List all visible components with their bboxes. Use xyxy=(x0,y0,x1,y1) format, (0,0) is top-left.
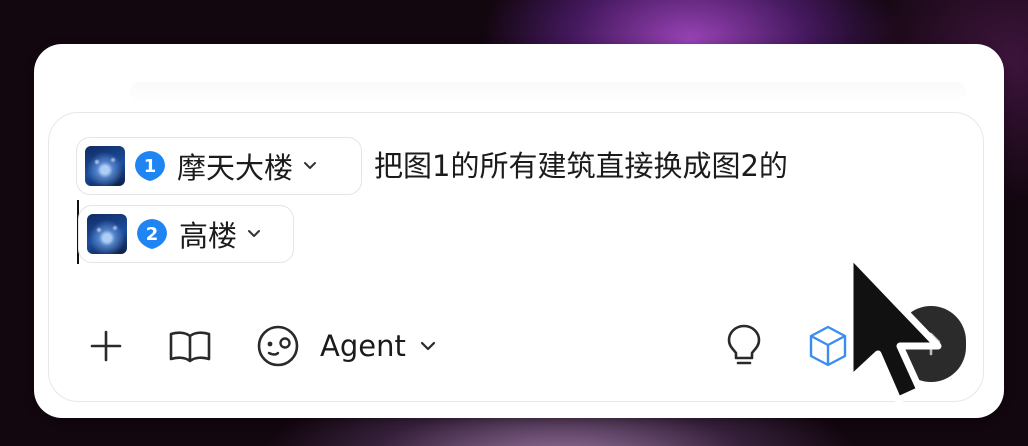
book-open-icon xyxy=(169,331,211,363)
plus-icon xyxy=(90,330,122,362)
cube-icon xyxy=(809,325,847,367)
chevron-down-icon xyxy=(420,340,436,352)
prompt-text[interactable]: 把图1的所有建筑直接换成图2的 xyxy=(374,146,788,186)
3d-model-button[interactable] xyxy=(806,322,850,370)
chevron-down-icon[interactable] xyxy=(303,159,317,173)
image-mention-chip-1[interactable]: 1 摩天大楼 xyxy=(76,137,362,195)
image-number-badge: 2 xyxy=(137,219,167,249)
panel-sheen xyxy=(130,82,966,104)
suggestions-button[interactable] xyxy=(724,322,764,370)
library-button[interactable] xyxy=(168,326,212,366)
image-mention-chip-2[interactable]: 2 高楼 xyxy=(78,205,294,263)
chevron-down-icon[interactable] xyxy=(247,227,261,241)
send-button[interactable] xyxy=(896,306,966,382)
arrow-up-icon xyxy=(921,332,941,356)
add-button[interactable] xyxy=(86,326,126,366)
image-thumbnail xyxy=(87,214,127,254)
image-thumbnail xyxy=(85,146,125,186)
agent-mode-label: Agent xyxy=(320,329,406,363)
lightbulb-icon xyxy=(727,324,761,365)
mention-label: 高楼 xyxy=(179,219,238,253)
agent-mode-selector[interactable]: Agent xyxy=(256,320,456,372)
mention-label: 摩天大楼 xyxy=(177,151,294,185)
agent-face-icon xyxy=(257,325,299,367)
image-number-badge: 1 xyxy=(135,151,165,181)
